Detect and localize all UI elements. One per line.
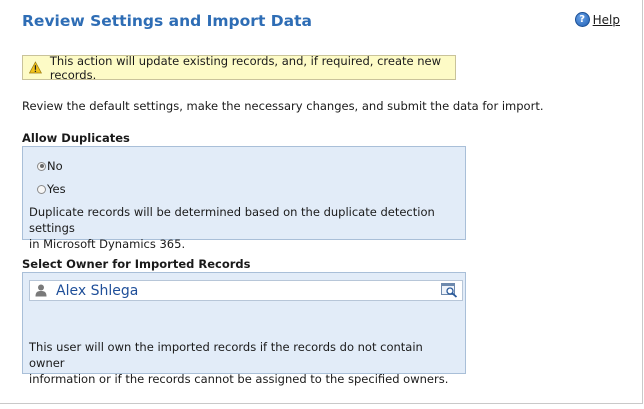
help-link[interactable]: ? Help [574, 12, 620, 27]
allow-duplicates-panel: No Yes Duplicate records will be determi… [22, 146, 466, 251]
owner-note-line1: This user will own the imported records … [29, 340, 423, 370]
intro-text: Review the default settings, make the ne… [22, 99, 544, 113]
owner-lookup-field[interactable]: Alex Shlega [29, 280, 463, 301]
lookup-icon[interactable] [440, 282, 459, 299]
page-title: Review Settings and Import Data [22, 12, 312, 30]
warning-icon [29, 61, 42, 74]
select-owner-label: Select Owner for Imported Records [22, 257, 251, 271]
help-label: Help [592, 12, 620, 27]
warning-banner: This action will update existing records… [22, 53, 456, 82]
duplicates-note-line2: in Microsoft Dynamics 365. [29, 237, 186, 251]
radio-button-no[interactable] [37, 161, 46, 171]
owner-note-line2: information or if the records cannot be … [29, 372, 449, 386]
select-owner-panel: Alex Shlega This user will own the impor… [22, 272, 466, 386]
radio-option-no[interactable]: No [37, 159, 63, 173]
user-icon [35, 284, 47, 297]
warning-text: This action will update existing records… [49, 53, 442, 82]
import-dialog: Review Settings and Import Data ? Help T… [0, 0, 643, 404]
radio-option-yes[interactable]: Yes [37, 182, 66, 196]
duplicates-note: Duplicate records will be determined bas… [29, 204, 459, 252]
radio-label-yes: Yes [47, 182, 66, 196]
allow-duplicates-label: Allow Duplicates [22, 131, 130, 145]
duplicates-note-line1: Duplicate records will be determined bas… [29, 205, 435, 235]
radio-button-yes[interactable] [37, 184, 46, 194]
help-icon: ? [574, 12, 590, 27]
owner-value[interactable]: Alex Shlega [56, 283, 138, 299]
owner-note: This user will own the imported records … [29, 339, 459, 387]
radio-label-no: No [47, 159, 63, 173]
